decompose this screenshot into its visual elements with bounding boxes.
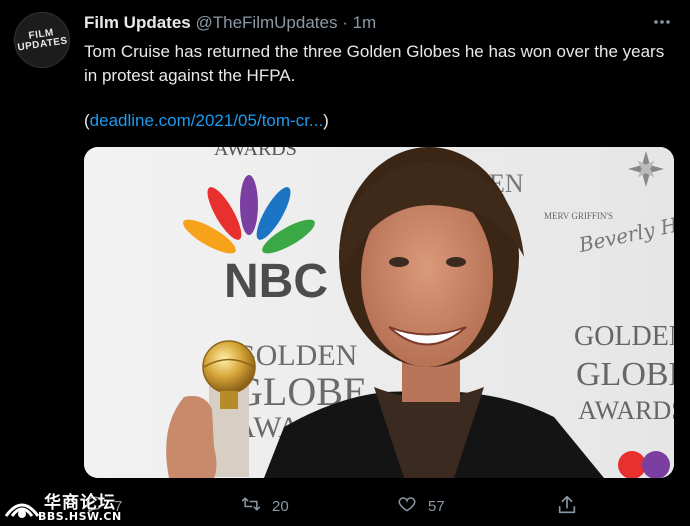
- separator-dot: ·: [342, 13, 348, 32]
- like-button[interactable]: 57: [396, 494, 445, 518]
- photo-top-awards-text: AWARDS: [214, 147, 297, 160]
- link-line: (deadline.com/2021/05/tom-cr...): [84, 111, 329, 131]
- tweet-text: Tom Cruise has returned the three Golden…: [84, 42, 665, 85]
- tweet-photo[interactable]: AWARDS NBC MERV GRIFFIN'S Beverly H GOLD…: [84, 147, 674, 478]
- more-icon[interactable]: [652, 12, 672, 38]
- avatar-logo-text: FILM UPDATES: [16, 27, 69, 54]
- photo-illustration: AWARDS NBC MERV GRIFFIN'S Beverly H GOLD…: [84, 147, 674, 478]
- link-close-paren: ): [323, 111, 329, 130]
- retweet-icon: [240, 494, 262, 518]
- photo-globe-right: GLOBE: [576, 356, 674, 393]
- article-link[interactable]: deadline.com/2021/05/tom-cr...: [90, 111, 323, 130]
- forum-watermark: 华商论坛 BBS.HSW.CN: [2, 486, 142, 526]
- display-name[interactable]: Film Updates: [84, 13, 191, 32]
- photo-golden-right: GOLDEN: [574, 321, 674, 352]
- retweet-count: 20: [272, 497, 289, 515]
- photo-awards-right: AWARDS: [578, 396, 674, 425]
- avatar[interactable]: FILM UPDATES: [14, 12, 70, 68]
- tweet-header: Film Updates @TheFilmUpdates · 1m: [84, 13, 650, 35]
- retweet-button[interactable]: 20: [240, 494, 289, 518]
- like-icon: [396, 494, 418, 518]
- watermark-url: BBS.HSW.CN: [38, 510, 122, 523]
- tweet-actions: 7 20 57: [84, 490, 674, 520]
- share-icon: [556, 494, 578, 520]
- photo-nbc-text: NBC: [224, 255, 328, 308]
- watermark-logo-icon: [4, 503, 40, 518]
- timestamp[interactable]: 1m: [353, 13, 377, 32]
- user-handle[interactable]: @TheFilmUpdates: [195, 13, 337, 32]
- photo-merv-text: MERV GRIFFIN'S: [544, 211, 613, 221]
- share-button[interactable]: [556, 494, 578, 520]
- like-count: 57: [428, 497, 445, 515]
